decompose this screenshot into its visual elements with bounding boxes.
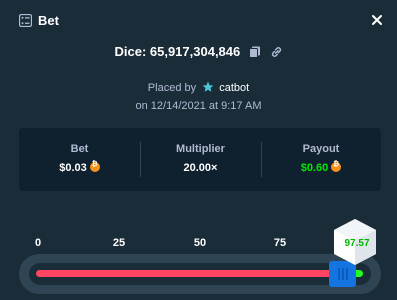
payout-label: Payout: [302, 143, 340, 155]
copy-icon[interactable]: [248, 46, 261, 58]
multiplier-label: Multiplier: [176, 143, 225, 155]
scale-label-25: 25: [112, 237, 126, 249]
multiplier-column: Multiplier 20.00×: [140, 128, 261, 191]
bet-summary-panel: Bet $0.03 Multiplier 20.00× Payout $0.60: [19, 128, 381, 191]
bet-column: Bet $0.03: [19, 128, 140, 191]
payout-value: $0.60: [300, 162, 329, 174]
placed-on-date: on 12/14/2021 at 9:17 AM: [135, 100, 262, 112]
close-icon[interactable]: [370, 13, 384, 27]
payout-amount: $0.60: [261, 161, 381, 174]
bet-label: Bet: [70, 143, 89, 155]
dice-id-line: Dice: 65,917,304,846: [0, 44, 397, 59]
scale-label-75: 75: [273, 237, 287, 249]
bitcoin-icon: [331, 161, 342, 172]
bet-amount: $0.03: [19, 161, 140, 174]
modal-title: Bet: [38, 13, 59, 28]
scale-label-0: 0: [34, 237, 42, 249]
placed-by-prefix: Placed by: [147, 82, 197, 94]
roll-result: 97.57: [344, 238, 370, 249]
link-icon[interactable]: [270, 46, 283, 58]
dice-list-icon: [19, 14, 32, 27]
placed-by-line: Placed by catbot: [0, 81, 397, 94]
lose-range: [36, 270, 336, 277]
scale-label-50: 50: [193, 237, 207, 249]
modal-header: Bet: [0, 0, 397, 42]
placed-by-user[interactable]: catbot: [219, 82, 249, 94]
payout-column: Payout $0.60: [261, 128, 381, 191]
bitcoin-icon: [89, 161, 100, 172]
star-icon: [202, 81, 214, 92]
multiplier-value: 20.00×: [183, 162, 218, 174]
dice-id: Dice: 65,917,304,846: [114, 44, 241, 59]
bet-value: $0.03: [59, 162, 87, 174]
